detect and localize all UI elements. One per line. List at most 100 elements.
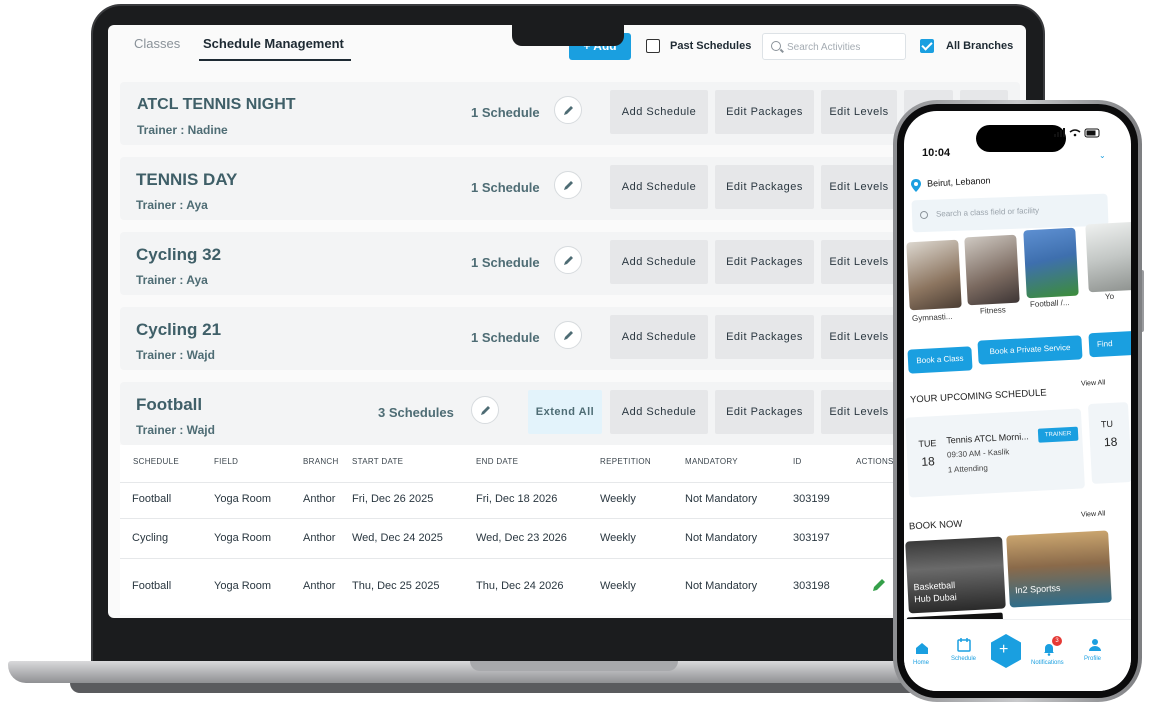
add-schedule-button[interactable]: Add Schedule (610, 390, 708, 434)
edit-packages-button[interactable]: Edit Packages (715, 315, 814, 359)
cell-field: Yoga Room (214, 532, 272, 544)
tab-classes[interactable]: Classes (134, 36, 180, 51)
table-row[interactable]: Cycling Yoga Room Anthor Wed, Dec 24 202… (120, 519, 1020, 559)
past-schedules-label: Past Schedules (670, 40, 752, 52)
edit-activity-button[interactable] (554, 171, 582, 199)
nav-schedule-label: Schedule (951, 656, 977, 662)
extend-all-button[interactable]: Extend All (528, 390, 602, 434)
activity-card: TENNIS DAY Trainer : Aya 1 Schedule Add … (120, 157, 1020, 220)
schedule-icon[interactable] (957, 638, 971, 652)
cell-end-date: Thu, Dec 24 2026 (476, 580, 564, 592)
table-row[interactable]: Football Yoga Room Anthor Thu, Dec 25 20… (120, 559, 1020, 615)
edit-activity-button[interactable] (554, 96, 582, 124)
upcoming-event-card-next[interactable]: TU 18 (1087, 402, 1131, 484)
home-icon[interactable] (915, 642, 929, 655)
schedule-count: 1 Schedule (471, 180, 540, 195)
edit-activity-button[interactable] (554, 246, 582, 274)
book-now-title: BOOK NOW (908, 518, 963, 533)
profile-icon[interactable] (1088, 638, 1102, 652)
cell-repetition: Weekly (600, 580, 636, 592)
edit-row-icon[interactable] (871, 577, 887, 593)
edit-levels-button[interactable]: Edit Levels (821, 315, 897, 359)
search-input[interactable] (787, 38, 899, 56)
pencil-icon (564, 256, 573, 265)
all-branches-checkbox[interactable] (920, 39, 934, 53)
search-field[interactable] (762, 33, 906, 60)
column-header: BRANCH (303, 457, 339, 466)
upcoming-view-all[interactable]: View All (1081, 379, 1106, 387)
cell-schedule: Cycling (132, 532, 169, 544)
cell-start-date: Fri, Dec 26 2025 (352, 493, 434, 505)
cell-id: 303197 (793, 532, 830, 544)
find-button[interactable]: Find (1088, 330, 1131, 358)
phone-screen: 10:04 ⌄ Beirut, Lebanon Search a class f… (904, 111, 1131, 691)
column-header: ACTIONS (856, 457, 894, 466)
book-class-button[interactable]: Book a Class (907, 346, 973, 374)
laptop-groove (470, 661, 678, 671)
trainer-badge: TRAINER (1037, 426, 1079, 443)
trainer-label: Trainer : Wajd (136, 423, 215, 437)
past-schedules-checkbox[interactable] (646, 39, 660, 53)
edit-levels-button[interactable]: Edit Levels (821, 390, 897, 434)
book-now-view-all[interactable]: View All (1081, 510, 1106, 518)
upcoming-event-card[interactable]: TUE 18 Tennis ATCL Morni... 09:30 AM - K… (905, 408, 1085, 498)
edit-packages-button[interactable]: Edit Packages (715, 165, 814, 209)
add-schedule-button[interactable]: Add Schedule (610, 165, 708, 209)
column-header: START DATE (352, 457, 404, 466)
edit-activity-button[interactable] (471, 396, 499, 424)
activity-name: TENNIS DAY (136, 170, 238, 189)
add-fab-button[interactable]: + (991, 634, 1021, 668)
add-schedule-button[interactable]: Add Schedule (610, 90, 708, 134)
activity-name: Cycling 21 (136, 320, 222, 339)
edit-packages-button[interactable]: Edit Packages (715, 240, 814, 284)
all-branches-label: All Branches (946, 40, 1014, 52)
phone-search-field[interactable]: Search a class field or facility (911, 193, 1109, 233)
cell-schedule: Football (132, 580, 172, 592)
venue-name: In2 Sportss (1014, 582, 1061, 596)
edit-levels-button[interactable]: Edit Levels (821, 240, 897, 284)
category-label: Football /... (1029, 297, 1070, 310)
nav-home-label: Home (913, 660, 930, 666)
schedule-count: 1 Schedule (471, 330, 540, 345)
column-header: END DATE (476, 457, 519, 466)
venue-card[interactable]: In2 Sportss (1006, 530, 1112, 608)
pencil-icon (481, 406, 490, 415)
cell-field: Yoga Room (214, 493, 272, 505)
tab-schedule-management[interactable]: Schedule Management (203, 36, 344, 51)
venue-card[interactable]: Basketball Hub Dubai (905, 536, 1006, 614)
category-thumb-gymnastics[interactable] (906, 239, 962, 311)
activity-card: Cycling 32 Trainer : Aya 1 Schedule Add … (120, 232, 1020, 295)
schedule-count: 1 Schedule (471, 255, 540, 270)
activity-card: Cycling 21 Trainer : Wajd 1 Schedule Add… (120, 307, 1020, 370)
cell-id: 303199 (793, 493, 830, 505)
laptop-screen: Classes Schedule Management + Add Past S… (108, 25, 1026, 618)
dynamic-island (976, 125, 1066, 152)
edit-packages-button[interactable]: Edit Packages (715, 90, 814, 134)
schedule-count: 3 Schedules (378, 405, 454, 420)
edit-levels-button[interactable]: Edit Levels (821, 90, 897, 134)
book-private-service-button[interactable]: Book a Private Service (977, 335, 1083, 365)
camera-notch (512, 24, 624, 46)
add-schedule-button[interactable]: Add Schedule (610, 315, 708, 359)
cell-mandatory: Not Mandatory (685, 580, 758, 592)
edit-activity-button[interactable] (554, 321, 582, 349)
trainer-label: Trainer : Wajd (136, 348, 215, 362)
table-row[interactable]: Football Yoga Room Anthor Fri, Dec 26 20… (120, 483, 1020, 519)
activity-name: Cycling 32 (136, 245, 222, 264)
cell-repetition: Weekly (600, 532, 636, 544)
schedule-table-header: SCHEDULE FIELD BRANCH START DATE END DAT… (120, 445, 1020, 483)
edit-levels-button[interactable]: Edit Levels (821, 165, 897, 209)
edit-packages-button[interactable]: Edit Packages (715, 390, 814, 434)
add-schedule-button[interactable]: Add Schedule (610, 240, 708, 284)
nav-notifications-label: Notifications (1031, 660, 1064, 666)
category-thumb-football[interactable] (1023, 227, 1079, 299)
column-header: ID (793, 457, 802, 466)
chevron-down-icon[interactable]: ⌄ (1099, 151, 1106, 160)
event-status: 1 Attending (947, 463, 989, 475)
trainer-label: Trainer : Aya (136, 198, 208, 212)
event-detail: 09:30 AM - Kaslik (946, 447, 1010, 460)
category-thumb-yoga[interactable] (1085, 221, 1131, 293)
location-label[interactable]: Beirut, Lebanon (927, 175, 991, 188)
category-thumb-fitness[interactable] (964, 234, 1020, 306)
column-header: FIELD (214, 457, 239, 466)
